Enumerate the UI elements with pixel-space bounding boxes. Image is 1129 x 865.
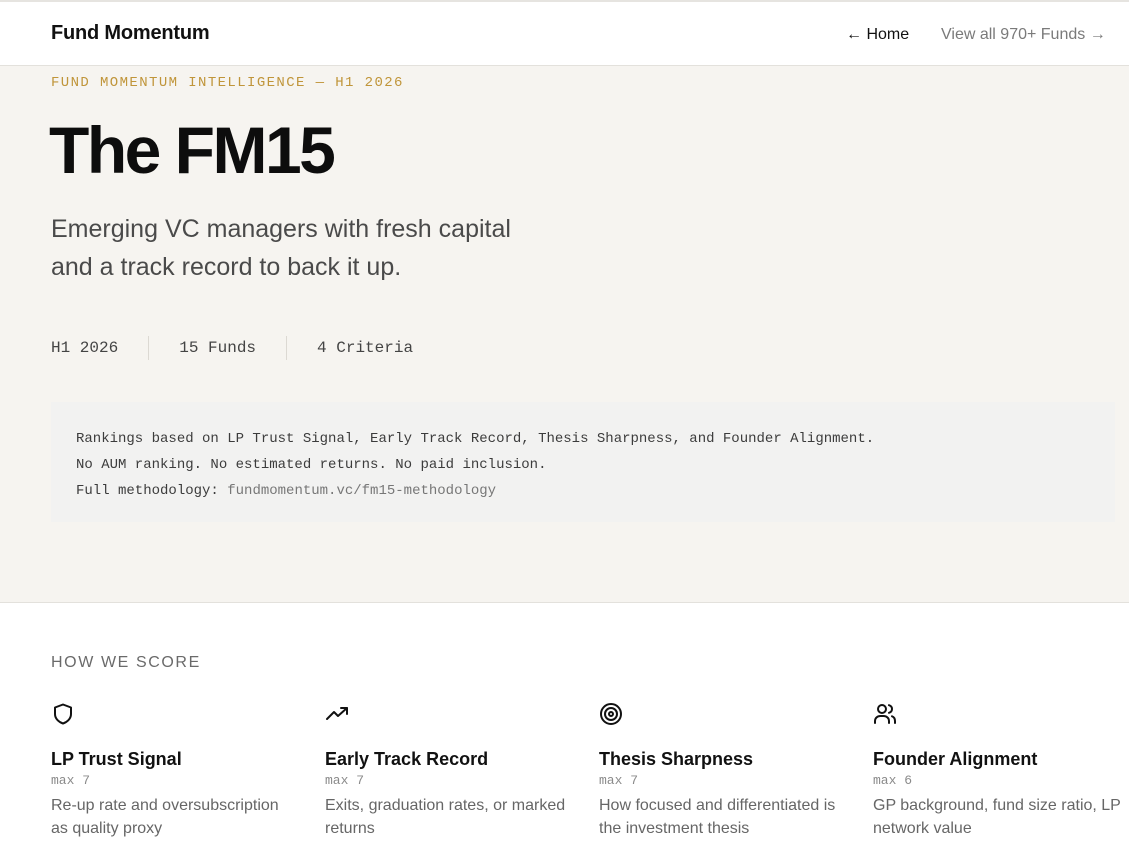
- target-icon: [600, 703, 622, 725]
- shield-icon: [54, 703, 72, 725]
- criterion-title: LP Trust Signal: [51, 749, 182, 769]
- eyebrow-label: FUND MOMENTUM INTELLIGENCE — H1 2026: [51, 75, 404, 91]
- stat-divider: [148, 336, 150, 360]
- methodology-prefix: Full methodology:: [76, 483, 228, 499]
- stat-criteria-count: 4 Criteria: [317, 339, 414, 357]
- criterion-max: max 7: [325, 773, 365, 788]
- top-nav-bar: Fund Momentum ← Home View all 970+ Funds…: [0, 0, 1129, 66]
- methodology-box: Rankings based on LP Trust Signal, Early…: [51, 402, 1115, 522]
- criterion-description: Re-up rate and oversubscription as quali…: [51, 797, 279, 837]
- criteria-grid: LP Trust Signal max 7 Re-up rate and ove…: [51, 702, 1129, 840]
- home-link[interactable]: ← Home: [846, 26, 909, 44]
- criterion-title: Founder Alignment: [873, 749, 1038, 769]
- page-title: The FM15: [49, 113, 336, 187]
- criterion-description: How focused and differentiated is the in…: [599, 797, 836, 837]
- methodology-line-3: Full methodology: fundmomentum.vc/fm15-m…: [76, 478, 1090, 504]
- criterion-founder-alignment: Founder Alignment max 6 GP background, f…: [873, 702, 1129, 840]
- brand-logo[interactable]: Fund Momentum: [51, 22, 210, 45]
- methodology-line-2: No AUM ranking. No estimated returns. No…: [76, 457, 547, 473]
- users-icon: [874, 704, 896, 724]
- criterion-max: max 7: [599, 773, 639, 788]
- page-subtitle: Emerging VC managers with fresh capital …: [51, 210, 611, 286]
- criterion-title: Thesis Sharpness: [599, 749, 754, 769]
- stats-row: H1 2026 15 Funds 4 Criteria: [51, 336, 413, 360]
- criterion-max: max 7: [51, 773, 91, 788]
- criterion-description: Exits, graduation rates, or marked retur…: [325, 797, 566, 837]
- how-we-score-heading: HOW WE SCORE: [51, 654, 201, 671]
- stat-period: H1 2026: [51, 339, 119, 357]
- methodology-line-1: Rankings based on LP Trust Signal, Early…: [76, 431, 875, 447]
- criterion-description: GP background, fund size ratio, LP netwo…: [873, 797, 1121, 837]
- subtitle-line-1: Emerging VC managers with fresh capital: [51, 215, 511, 243]
- criterion-max: max 6: [873, 773, 913, 788]
- subtitle-line-2: and a track record to back it up.: [51, 253, 402, 281]
- trending-up-icon: [326, 707, 348, 720]
- view-all-funds-link[interactable]: View all 970+ Funds →: [941, 26, 1106, 44]
- methodology-link[interactable]: fundmomentum.vc/fm15-methodology: [227, 483, 496, 499]
- criterion-thesis-sharpness: Thesis Sharpness max 7 How focused and d…: [599, 702, 873, 840]
- stat-divider: [286, 336, 288, 360]
- criterion-title: Early Track Record: [325, 749, 489, 769]
- hero-section: FUND MOMENTUM INTELLIGENCE — H1 2026 The…: [0, 66, 1129, 603]
- criterion-lp-trust-signal: LP Trust Signal max 7 Re-up rate and ove…: [51, 702, 325, 840]
- criterion-early-track-record: Early Track Record max 7 Exits, graduati…: [325, 702, 599, 840]
- stat-fund-count: 15 Funds: [179, 339, 257, 357]
